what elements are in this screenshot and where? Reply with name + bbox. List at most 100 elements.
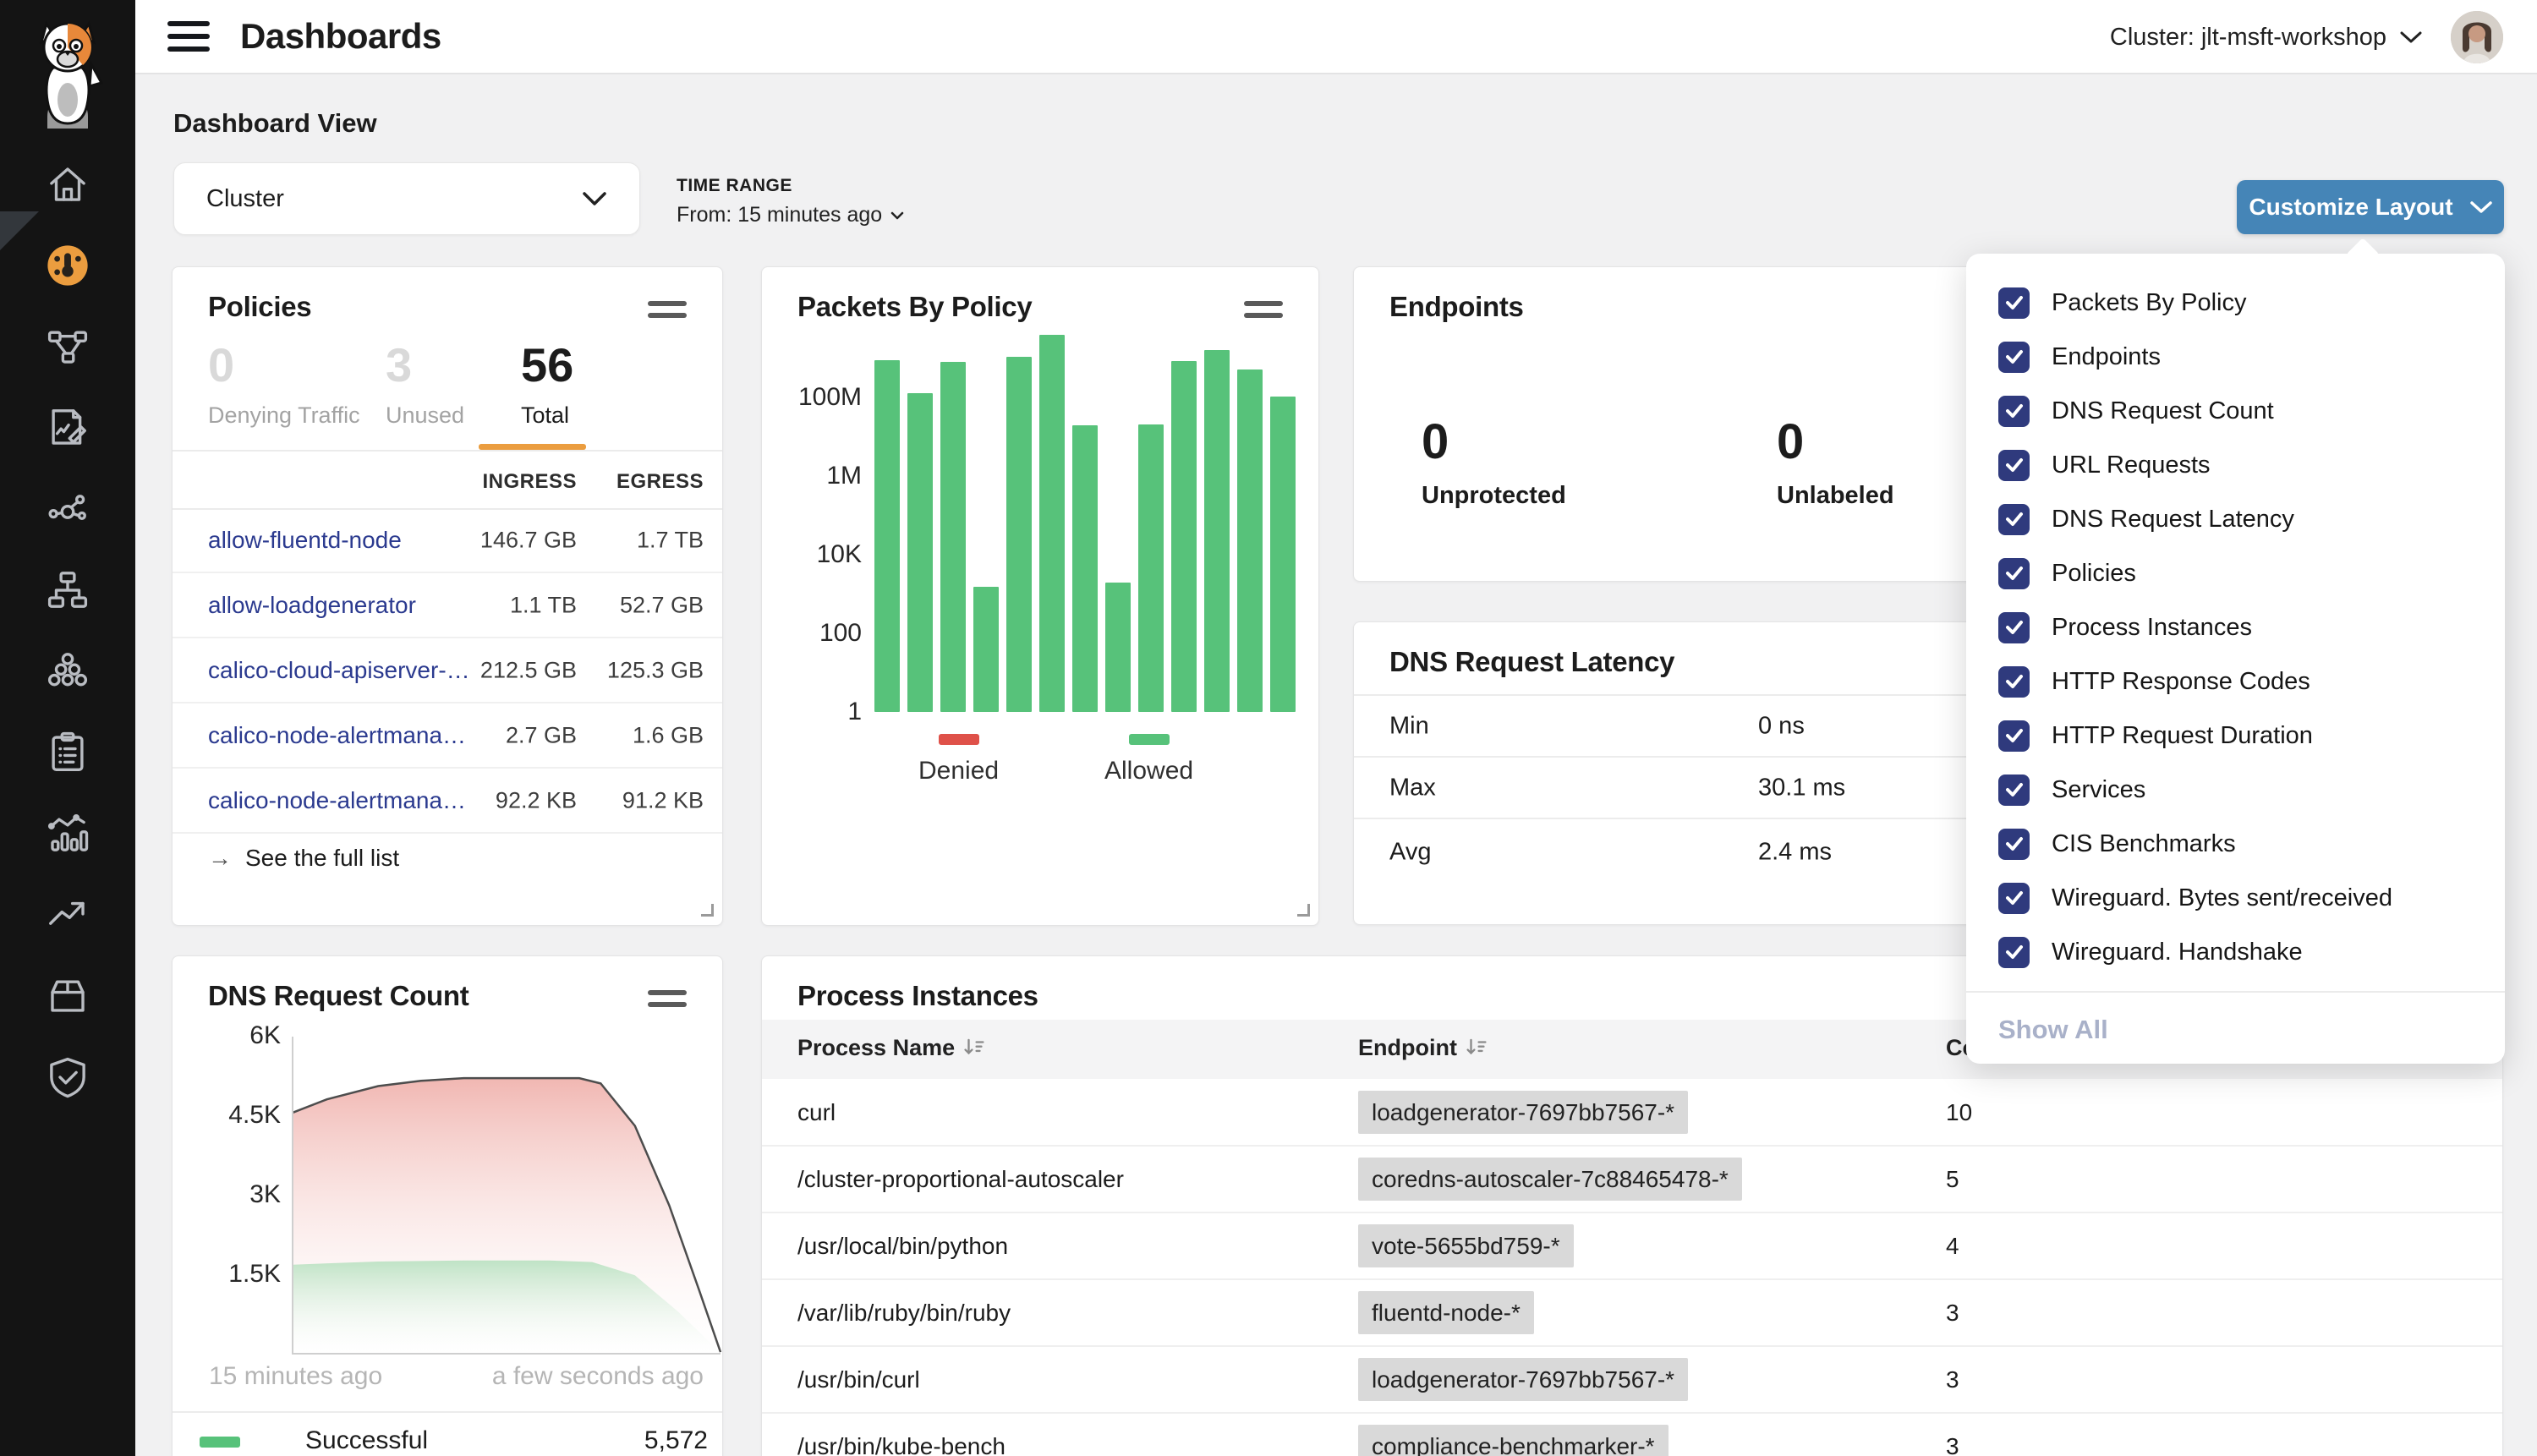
checkbox-checked[interactable] <box>1998 450 2030 481</box>
sidebar-item-service-graph[interactable] <box>0 468 135 550</box>
menu-item-http-response-codes[interactable]: HTTP Response Codes <box>1966 654 2505 709</box>
network-policies-icon <box>45 324 90 369</box>
sidebar-item-security[interactable] <box>0 1037 135 1118</box>
menu-item-services[interactable]: Services <box>1966 763 2505 817</box>
menu-item-url-requests[interactable]: URL Requests <box>1966 438 2505 492</box>
sort-icon[interactable] <box>963 1037 985 1065</box>
checkbox-checked[interactable] <box>1998 937 2030 968</box>
x-axis-label-start: 15 minutes ago <box>209 1362 382 1391</box>
endpoint-chip: compliance-benchmarker-* <box>1358 1425 1669 1456</box>
sidebar-item-trends[interactable] <box>0 874 135 955</box>
menu-item-endpoints[interactable]: Endpoints <box>1966 330 2505 384</box>
policy-link[interactable]: allow-fluentd-node <box>208 527 402 554</box>
allowed-bar[interactable] <box>1039 335 1065 712</box>
policy-link[interactable]: calico-node-alertmana… <box>208 787 466 814</box>
menu-item-wireguard-bytes[interactable]: Wireguard. Bytes sent/received <box>1966 871 2505 925</box>
column-header-endpoint[interactable]: Endpoint <box>1358 1035 1488 1065</box>
packets-by-policy-card: Packets By Policy 110010K1M100M Denied A… <box>761 266 1319 926</box>
checkbox-checked[interactable] <box>1998 612 2030 643</box>
checkbox-checked[interactable] <box>1998 666 2030 698</box>
legend-allowed[interactable]: Allowed <box>1104 734 1193 785</box>
allowed-bar[interactable] <box>874 360 900 712</box>
allowed-bar[interactable] <box>1072 425 1098 712</box>
checkbox-checked[interactable] <box>1998 287 2030 319</box>
see-full-list-link[interactable]: → See the full list <box>208 845 399 872</box>
show-all-button[interactable]: Show All <box>1966 993 2505 1067</box>
checkbox-checked[interactable] <box>1998 883 2030 914</box>
metrics-icon <box>45 811 90 857</box>
checkbox-checked[interactable] <box>1998 342 2030 373</box>
allowed-bar[interactable] <box>1006 357 1032 712</box>
legend-successful[interactable]: Successful 5,572 <box>173 1426 722 1456</box>
menu-item-dns-request-count[interactable]: DNS Request Count <box>1966 384 2505 438</box>
policy-link[interactable]: calico-cloud-apiserver-… <box>208 657 470 684</box>
menu-item-wireguard-handshake[interactable]: Wireguard. Handshake <box>1966 925 2505 979</box>
policies-stat-total[interactable]: 56 Total <box>521 342 573 429</box>
allowed-bar[interactable] <box>907 393 933 712</box>
customize-layout-button[interactable]: Customize Layout <box>2237 180 2504 234</box>
allowed-bar[interactable] <box>940 362 966 712</box>
policy-link[interactable]: calico-node-alertmana… <box>208 722 466 749</box>
policy-link[interactable]: allow-loadgenerator <box>208 592 416 619</box>
sort-icon[interactable] <box>1466 1037 1488 1065</box>
menu-item-http-request-duration[interactable]: HTTP Request Duration <box>1966 709 2505 763</box>
y-axis-tick: 100M <box>769 383 862 412</box>
sidebar-item-compliance[interactable] <box>0 712 135 793</box>
sidebar-item-policies[interactable] <box>0 306 135 387</box>
resize-handle[interactable] <box>701 904 714 917</box>
table-row[interactable]: /usr/local/bin/python vote-5655bd759-* 4 <box>762 1213 2502 1280</box>
dns-request-count-card: DNS Request Count 1.5K3K4.5K6K 15 minute… <box>172 955 723 1456</box>
cluster-selector[interactable]: Cluster: jlt-msft-workshop <box>2110 24 2422 52</box>
dashboard-view-select[interactable]: Cluster <box>173 162 640 235</box>
sidebar-item-clusters[interactable] <box>0 631 135 712</box>
legend-denied[interactable]: Denied <box>918 734 999 785</box>
allowed-bar[interactable] <box>1171 361 1197 712</box>
process-instances-card-title: Process Instances <box>797 980 1038 1012</box>
checkbox-checked[interactable] <box>1998 504 2030 535</box>
allowed-bar[interactable] <box>1237 369 1263 712</box>
time-range-value-button[interactable]: From: 15 minutes ago <box>677 203 904 227</box>
table-row[interactable]: /usr/bin/curl loadgenerator-7697bb7567-*… <box>762 1347 2502 1414</box>
allowed-bar[interactable] <box>1105 583 1131 712</box>
allowed-bar[interactable] <box>973 587 999 712</box>
hamburger-menu-button[interactable] <box>167 21 210 52</box>
menu-item-process-instances[interactable]: Process Instances <box>1966 600 2505 654</box>
menu-item-dns-request-latency[interactable]: DNS Request Latency <box>1966 492 2505 546</box>
resize-handle[interactable] <box>1297 904 1310 917</box>
column-header-process-name[interactable]: Process Name <box>797 1035 985 1065</box>
sidebar-item-home[interactable] <box>0 144 135 225</box>
checkbox-checked[interactable] <box>1998 829 2030 860</box>
y-axis-tick: 100 <box>769 619 862 648</box>
menu-item-policies[interactable]: Policies <box>1966 546 2505 600</box>
x-axis-label-end: a few seconds ago <box>492 1362 704 1391</box>
table-row: allow-loadgenerator 1.1 TB 52.7 GB <box>173 573 722 638</box>
checkbox-checked[interactable] <box>1998 775 2030 806</box>
table-row[interactable]: curl loadgenerator-7697bb7567-* 10 <box>762 1080 2502 1147</box>
allowed-bar[interactable] <box>1138 424 1164 712</box>
customize-layout-menu: Packets By Policy Endpoints DNS Request … <box>1966 254 2505 1064</box>
checkbox-checked[interactable] <box>1998 558 2030 589</box>
drag-handle-icon[interactable] <box>648 301 687 325</box>
allowed-bar[interactable] <box>1204 350 1230 712</box>
menu-item-cis-benchmarks[interactable]: CIS Benchmarks <box>1966 817 2505 871</box>
allowed-bar[interactable] <box>1270 397 1296 712</box>
sidebar-item-metrics[interactable] <box>0 793 135 874</box>
table-row[interactable]: /usr/bin/kube-bench compliance-benchmark… <box>762 1414 2502 1456</box>
packets-bar-chart: 110010K1M100M <box>762 267 1318 925</box>
policies-stat-denying[interactable]: 0 Denying Traffic <box>208 342 360 429</box>
checkbox-checked[interactable] <box>1998 720 2030 752</box>
endpoint-chip: coredns-autoscaler-7c88465478-* <box>1358 1158 1742 1201</box>
sidebar-item-reports[interactable] <box>0 387 135 468</box>
arrow-right-icon: → <box>208 845 232 872</box>
sidebar-item-dashboard-active[interactable] <box>0 225 135 306</box>
sidebar <box>0 0 135 1456</box>
checkbox-checked[interactable] <box>1998 396 2030 427</box>
table-row[interactable]: /cluster-proportional-autoscaler coredns… <box>762 1147 2502 1213</box>
user-avatar[interactable] <box>2451 11 2503 63</box>
policies-stat-unused[interactable]: 3 Unused <box>386 342 464 429</box>
table-row[interactable]: /var/lib/ruby/bin/ruby fluentd-node-* 3 <box>762 1280 2502 1347</box>
menu-item-packets-by-policy[interactable]: Packets By Policy <box>1966 276 2505 330</box>
sidebar-item-packages[interactable] <box>0 955 135 1037</box>
endpoints-stat-unprotected: 0 Unprotected <box>1422 418 1566 510</box>
sidebar-item-topology[interactable] <box>0 550 135 631</box>
